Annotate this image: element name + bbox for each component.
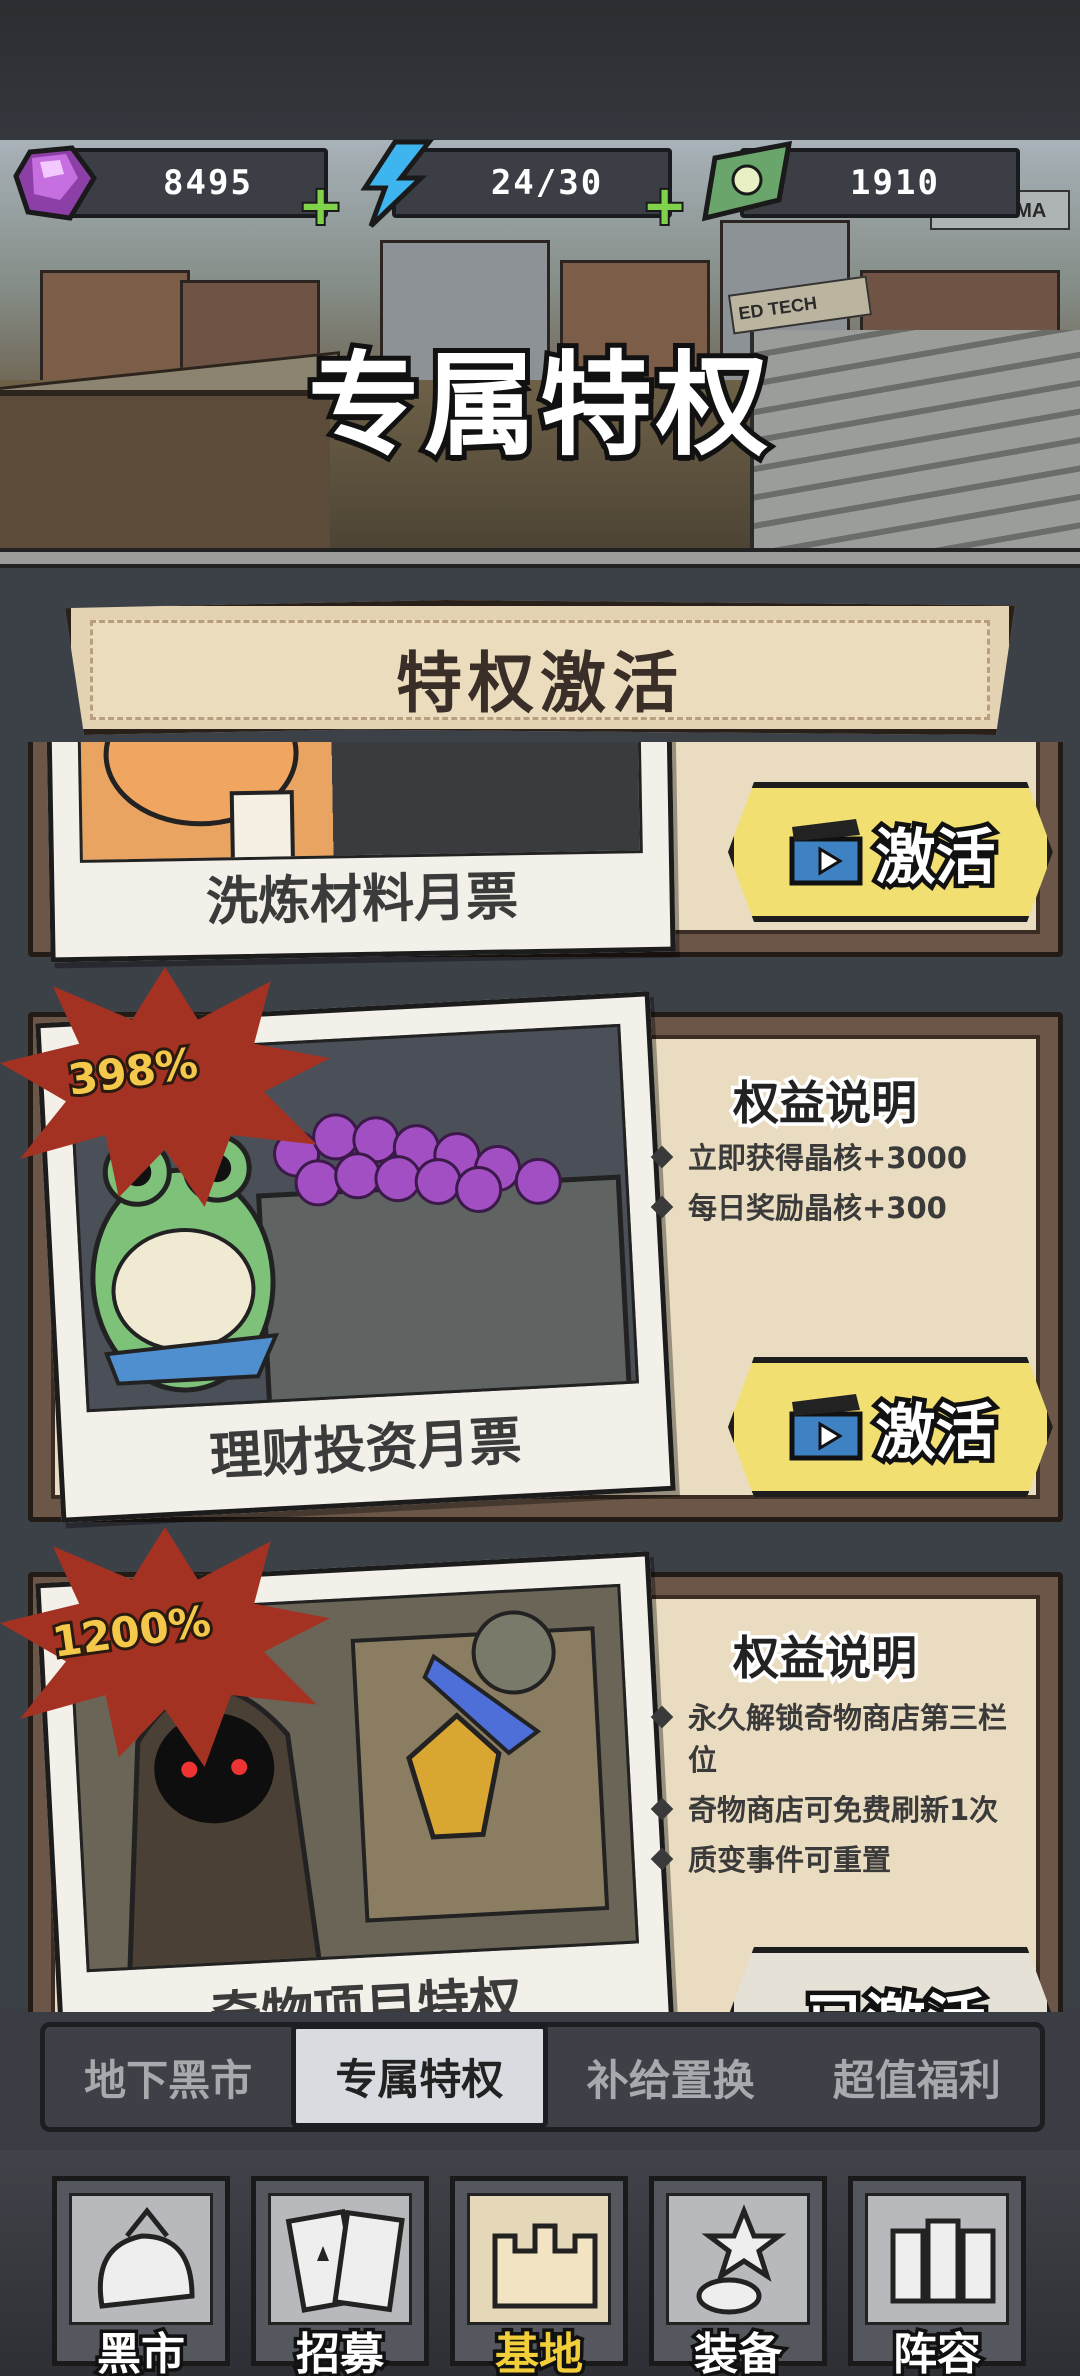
resource-cash-value: 1910 bbox=[850, 163, 940, 203]
nav-base-label: 基地 bbox=[492, 2326, 587, 2376]
resource-crystal-value: 8495 bbox=[163, 163, 253, 203]
energy-icon bbox=[360, 139, 435, 228]
money-bag-icon bbox=[69, 2193, 213, 2325]
activate-button-label: 激活 bbox=[871, 1393, 1000, 1472]
card-name: 洗炼材料月票 bbox=[205, 867, 519, 933]
benefit-item: 质变事件可重置 bbox=[648, 1839, 1033, 1881]
privilege-list[interactable]: 洗炼材料月票 激活 理财投资月票 权益说明 立即获得晶核+3000 每日奖励晶核… bbox=[0, 742, 1080, 2012]
nav-black-market-label: 黑市 bbox=[94, 2326, 189, 2376]
card-photo bbox=[76, 742, 643, 863]
add-energy-button[interactable]: + bbox=[640, 177, 689, 235]
page-title: 专属特权 bbox=[303, 336, 773, 476]
resource-energy-value: 24/30 bbox=[490, 163, 604, 203]
nav-equipment-label: 装备 bbox=[691, 2326, 786, 2376]
castle-icon bbox=[467, 2193, 611, 2325]
benefit-item: 立即获得晶核+3000 bbox=[648, 1137, 1048, 1179]
benefit-list: 永久解锁奇物商店第三栏位 奇物商店可免费刷新1次 质变事件可重置 bbox=[648, 1697, 1033, 1889]
benefit-list: 立即获得晶核+3000 每日奖励晶核+300 bbox=[648, 1137, 1048, 1237]
cash-icon bbox=[701, 140, 793, 222]
benefit-item: 永久解锁奇物商店第三栏位 bbox=[648, 1697, 1033, 1781]
card-photo-frame: 洗炼材料月票 bbox=[45, 742, 676, 963]
activate-button[interactable]: 激活 bbox=[728, 782, 1053, 922]
nav-lineup-label: 阵容 bbox=[890, 2326, 985, 2376]
benefit-item: 奇物商店可免费刷新1次 bbox=[648, 1789, 1033, 1831]
activated-button[interactable]: 已激活 bbox=[728, 1947, 1053, 2012]
benefit-title: 权益说明 bbox=[730, 1073, 921, 1134]
nav-recruit-label: 招募 bbox=[293, 2326, 388, 2376]
activated-button-label: 已激活 bbox=[801, 1974, 990, 2012]
team-icon bbox=[865, 2193, 1009, 2325]
divider bbox=[0, 548, 1080, 568]
privilege-card: 洗炼材料月票 激活 bbox=[28, 742, 1063, 963]
tab-underground-market[interactable]: 地下黑市 bbox=[45, 2027, 291, 2127]
equipment-icon bbox=[666, 2193, 810, 2325]
section-title: 特权激活 bbox=[396, 645, 684, 722]
shop-tab-bar: 地下黑市 专属特权 补给置换 超值福利 bbox=[40, 2022, 1045, 2132]
video-ad-icon bbox=[789, 819, 862, 886]
tab-value-benefits[interactable]: 超值福利 bbox=[794, 2027, 1040, 2127]
benefit-title: 权益说明 bbox=[730, 1628, 921, 1689]
add-crystal-button[interactable]: + bbox=[296, 177, 345, 235]
cat-character bbox=[103, 742, 299, 863]
tab-supply-exchange[interactable]: 补给置换 bbox=[548, 2027, 794, 2127]
cards-icon bbox=[268, 2193, 412, 2325]
tab-exclusive-privilege[interactable]: 专属特权 bbox=[291, 2024, 548, 2128]
top-bar-background bbox=[0, 0, 1080, 150]
activate-button-label: 激活 bbox=[871, 818, 1000, 897]
crystal-icon bbox=[13, 145, 97, 221]
video-ad-icon bbox=[789, 1394, 862, 1461]
activate-button[interactable]: 激活 bbox=[728, 1357, 1053, 1497]
benefit-item: 每日奖励晶核+300 bbox=[648, 1187, 1048, 1229]
